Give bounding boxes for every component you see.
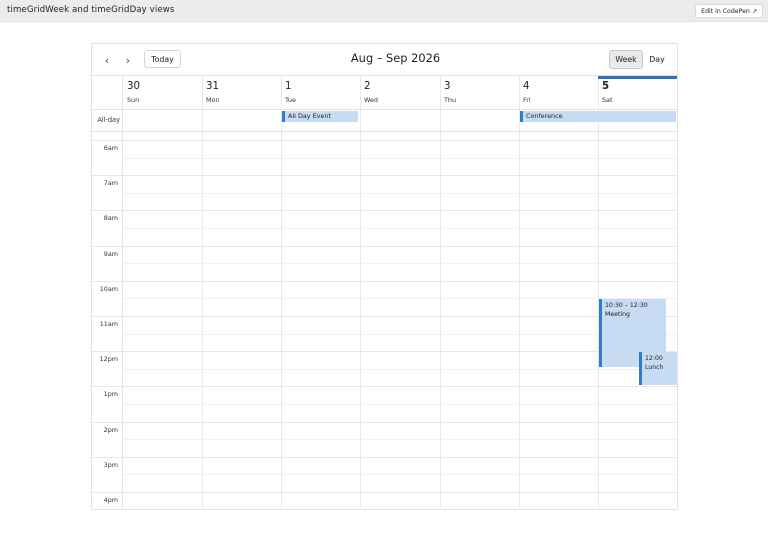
hour-label: 8am — [103, 214, 118, 222]
half-hour-line — [122, 404, 677, 405]
event-time: 10:30 – 12:30 — [605, 302, 648, 309]
calendar-title: Aug – Sep 2026 — [350, 51, 441, 65]
all-day-event[interactable]: All Day Event — [282, 111, 358, 122]
day-column-divider — [281, 76, 282, 509]
today-button[interactable]: Today — [144, 50, 181, 68]
prev-button[interactable]: ‹ — [99, 52, 115, 68]
top-bar: timeGridWeek and timeGridDay views Edit … — [0, 0, 768, 22]
day-header-mon[interactable]: 31 Mon — [202, 76, 281, 109]
time-grid: All-day 30 Sun 31 Mon 1 Tue 2 Wed 3 Thu 4 Fri 5 Sat 6a… — [92, 75, 677, 509]
day-of-week: Fri — [523, 96, 531, 104]
day-header-tue[interactable]: 1 Tue — [281, 76, 360, 109]
page-title: timeGridWeek and timeGridDay views — [7, 5, 175, 15]
half-hour-line — [122, 193, 677, 194]
hour-line — [92, 140, 677, 141]
day-of-week: Tue — [285, 96, 296, 104]
day-header-thu[interactable]: 3 Thu — [440, 76, 519, 109]
day-of-week: Mon — [206, 96, 220, 104]
day-column-divider — [202, 76, 203, 509]
hour-label: 2pm — [103, 426, 118, 434]
hour-line — [92, 281, 677, 282]
hour-line — [92, 492, 677, 493]
half-hour-line — [122, 263, 677, 264]
view-switcher: Week Day — [609, 50, 671, 69]
hour-label: 12pm — [99, 355, 118, 363]
hour-label: 6am — [103, 144, 118, 152]
hour-line — [92, 457, 677, 458]
event-title: Lunch — [645, 364, 664, 371]
day-column-divider — [519, 76, 520, 509]
half-hour-line — [122, 334, 677, 335]
hour-line — [92, 210, 677, 211]
half-hour-line — [122, 158, 677, 159]
day-header-wed[interactable]: 2 Wed — [360, 76, 440, 109]
hour-label: 11am — [99, 320, 118, 328]
half-hour-line — [122, 439, 677, 440]
hour-line — [92, 316, 677, 317]
day-number: 3 — [444, 81, 451, 92]
timed-event[interactable]: 12:00 Lunch — [639, 352, 677, 385]
hour-label: 9am — [103, 250, 118, 258]
day-of-week: Sun — [127, 96, 140, 104]
event-title: Meeting — [605, 311, 630, 318]
hour-line — [92, 175, 677, 176]
external-link-icon: ↗ — [751, 8, 757, 15]
day-number: 1 — [285, 81, 292, 92]
day-of-week: Thu — [444, 96, 457, 104]
day-number: 5 — [602, 81, 610, 92]
all-day-divider — [92, 131, 677, 132]
hour-label: 4pm — [103, 496, 118, 504]
hour-line — [92, 386, 677, 387]
day-header-sat[interactable]: 5 Sat — [598, 76, 677, 109]
day-column-divider — [598, 76, 599, 509]
half-hour-line — [122, 474, 677, 475]
day-view-button[interactable]: Day — [643, 50, 671, 69]
all-day-label: All-day — [97, 116, 120, 124]
hour-label: 3pm — [103, 461, 118, 469]
chevron-right-icon: › — [125, 53, 131, 67]
half-hour-line — [122, 228, 677, 229]
half-hour-line — [122, 298, 677, 299]
hour-line — [92, 422, 677, 423]
day-number: 2 — [364, 81, 371, 92]
week-view-button[interactable]: Week — [609, 50, 643, 69]
event-time: 12:00 — [645, 355, 663, 362]
day-column-divider — [440, 76, 441, 509]
hour-label: 7am — [103, 179, 118, 187]
codepen-label: Edit in CodePen — [701, 8, 750, 15]
all-day-event[interactable]: Conference — [520, 111, 676, 122]
day-column-divider — [360, 76, 361, 509]
edit-in-codepen-button[interactable]: Edit in CodePen ↗ — [695, 4, 763, 18]
hour-line — [92, 246, 677, 247]
next-button[interactable]: › — [120, 52, 136, 68]
chevron-left-icon: ‹ — [104, 53, 110, 67]
day-of-week: Sat — [602, 96, 613, 104]
hour-label: 1pm — [103, 390, 118, 398]
hour-line — [92, 351, 677, 352]
calendar: ‹ › Today Aug – Sep 2026 Week Day All-da… — [91, 43, 678, 510]
today-indicator — [598, 76, 677, 79]
day-number: 30 — [127, 81, 140, 92]
axis-divider — [122, 76, 123, 509]
day-header-fri[interactable]: 4 Fri — [519, 76, 598, 109]
hour-label: 10am — [99, 285, 118, 293]
day-header-sun[interactable]: 30 Sun — [123, 76, 202, 109]
day-number: 31 — [206, 81, 219, 92]
day-number: 4 — [523, 81, 530, 92]
half-hour-line — [122, 369, 677, 370]
day-of-week: Wed — [364, 96, 378, 104]
header-divider — [92, 109, 677, 110]
